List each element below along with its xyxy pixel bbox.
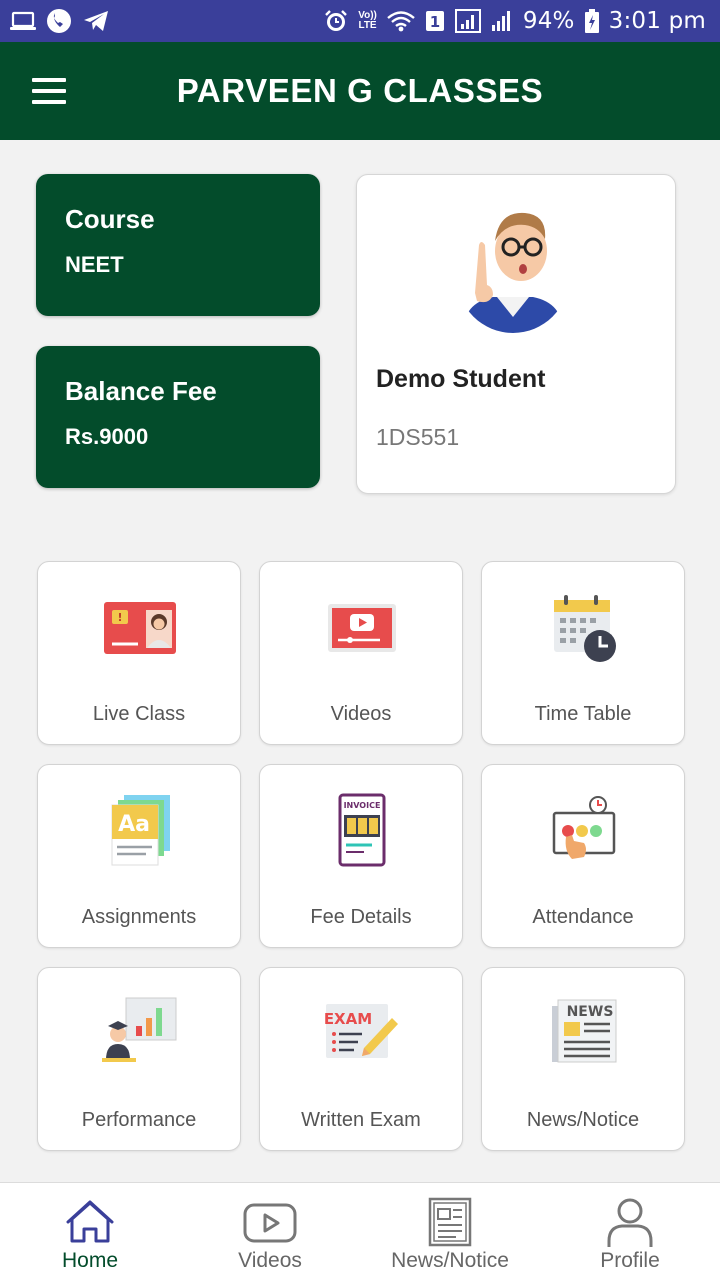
person-icon [607, 1198, 653, 1247]
tile-news-notice[interactable]: NEWS News/Notice [481, 967, 685, 1151]
balance-fee-label: Balance Fee [65, 376, 217, 406]
volte-bottom-text: LTE [358, 20, 377, 31]
video-player-icon [328, 604, 396, 652]
nav-label: Home [61, 1249, 119, 1272]
tile-label: Performance [81, 1109, 197, 1131]
signal-sim1-icon [454, 9, 481, 33]
exam-paper-icon: EXAM [324, 1004, 398, 1058]
balance-fee-card: Balance Fee Rs.9000 [36, 346, 320, 488]
volte-icon: Vo)) LTE [358, 11, 377, 31]
tile-videos[interactable]: Videos [259, 561, 463, 745]
course-card: Course NEET [36, 174, 320, 316]
nav-label: News/Notice [391, 1249, 509, 1272]
tile-label: Attendance [532, 906, 634, 928]
nav-profile[interactable]: Profile [540, 1183, 720, 1280]
sim-badge-icon: 1 [425, 10, 445, 32]
student-avatar-icon [457, 212, 569, 333]
student-name: Demo Student [376, 365, 546, 393]
tile-label: Videos [330, 703, 392, 725]
tile-performance[interactable]: Performance [37, 967, 241, 1151]
tile-label: Live Class [92, 703, 186, 725]
tile-time-table[interactable]: Time Table [481, 561, 685, 745]
clock-time: 3:01 pm [608, 8, 706, 34]
svg-text:INVOICE: INVOICE [344, 801, 381, 810]
nav-home[interactable]: Home [0, 1183, 180, 1280]
bottom-navigation: Home Videos News/Notice Profile [0, 1182, 720, 1280]
status-bar: Vo)) LTE 1 94% 3:01 pm [0, 0, 720, 42]
course-label: Course [65, 204, 155, 234]
nav-label: Profile [600, 1249, 660, 1272]
tile-label: News/Notice [526, 1109, 640, 1131]
wifi-icon [387, 10, 415, 32]
newspaper-icon: NEWS [552, 999, 617, 1063]
signal-sim2-icon [491, 9, 513, 33]
svg-text:1: 1 [430, 13, 440, 31]
tile-assignments[interactable]: Aa Assignments [37, 764, 241, 948]
course-value: NEET [65, 252, 124, 277]
alarm-icon [324, 9, 348, 33]
phone-call-icon [46, 8, 72, 34]
live-class-icon: ! [104, 602, 176, 654]
laptop-icon [10, 11, 36, 31]
battery-percent: 94% [522, 8, 575, 34]
assignment-sheets-icon: Aa [111, 795, 170, 866]
home-icon [66, 1200, 114, 1243]
tile-label: Assignments [81, 906, 197, 928]
calendar-clock-icon [554, 595, 616, 662]
tile-attendance[interactable]: Attendance [481, 764, 685, 948]
tile-live-class[interactable]: ! Live Class [37, 561, 241, 745]
app-bar: PARVEEN G CLASSES [0, 42, 720, 140]
svg-text:Aa: Aa [118, 812, 150, 837]
telegram-icon [82, 9, 110, 33]
tile-label: Time Table [534, 703, 632, 725]
tile-label: Fee Details [310, 906, 412, 928]
play-icon [243, 1203, 297, 1243]
tile-label: Written Exam [301, 1109, 421, 1131]
nav-label: Videos [238, 1249, 302, 1272]
app-title: PARVEEN G CLASSES [176, 72, 544, 109]
attendance-board-icon [552, 796, 616, 859]
nav-videos[interactable]: Videos [180, 1183, 360, 1280]
svg-text:!: ! [117, 611, 122, 624]
tile-fee-details[interactable]: INVOICE Fee Details [259, 764, 463, 948]
svg-text:EXAM: EXAM [324, 1010, 372, 1028]
performance-chart-icon [102, 997, 177, 1062]
svg-text:NEWS: NEWS [567, 1004, 614, 1020]
balance-fee-value: Rs.9000 [65, 424, 149, 449]
invoice-icon: INVOICE [338, 793, 386, 867]
news-icon [428, 1197, 472, 1247]
battery-charging-icon [584, 9, 599, 33]
nav-news-notice[interactable]: News/Notice [360, 1183, 540, 1280]
tile-written-exam[interactable]: EXAM Written Exam [259, 967, 463, 1151]
student-id: 1DS551 [376, 424, 460, 450]
student-profile-card[interactable]: Demo Student 1DS551 [356, 174, 676, 494]
